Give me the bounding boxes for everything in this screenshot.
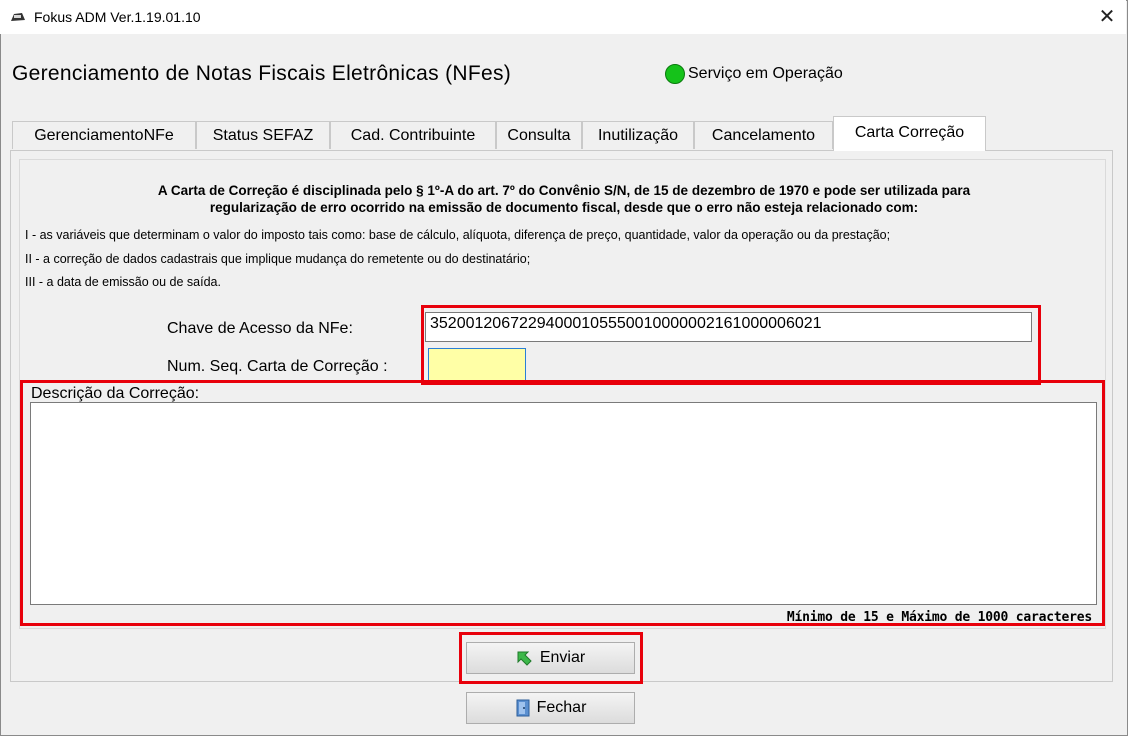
character-limit-hint: Mínimo de 15 e Máximo de 1000 caracteres <box>786 610 1092 625</box>
tab-inutilizacao[interactable]: Inutilização <box>582 121 694 149</box>
rule-item-2: II - a correção de dados cadastrais que … <box>25 252 531 266</box>
rule-item-1: I - as variáveis que determinam o valor … <box>25 228 891 242</box>
tab-status-sefaz[interactable]: Status SEFAZ <box>196 121 330 149</box>
enviar-label: Enviar <box>539 649 586 666</box>
tab-gerenciamento-nfe[interactable]: GerenciamentoNFe <box>12 121 196 149</box>
legal-notice-line-2: regularização de erro ocorrido na emissã… <box>209 200 919 215</box>
app-icon <box>11 13 25 21</box>
num-seq-label: Num. Seq. Carta de Correção : <box>167 358 388 375</box>
fechar-button[interactable]: Fechar <box>466 692 635 724</box>
fechar-label: Fechar <box>536 699 587 716</box>
close-icon[interactable]: ✕ <box>1094 4 1120 30</box>
tab-cad-contribuinte[interactable]: Cad. Contribuinte <box>330 121 496 149</box>
legal-notice-line-1: A Carta de Correção é disciplinada pelo … <box>157 183 971 198</box>
enviar-button[interactable]: Enviar <box>466 642 635 674</box>
num-seq-input[interactable] <box>428 348 526 382</box>
rule-item-3: III - a data de emissão ou de saída. <box>25 275 221 289</box>
status-text: Serviço em Operação <box>688 65 843 82</box>
legal-notice: A Carta de Correção é disciplinada pelo … <box>30 182 1098 216</box>
chave-acesso-input[interactable]: 3520012067229400010555001000000216100000… <box>425 312 1032 342</box>
descricao-textarea[interactable] <box>30 402 1097 605</box>
send-arrow-icon <box>517 651 532 666</box>
window-title: Fokus ADM Ver.1.19.01.10 <box>34 9 201 25</box>
tab-carta-correcao[interactable]: Carta Correção <box>833 116 986 151</box>
page-title: Gerenciamento de Notas Fiscais Eletrônic… <box>12 62 512 85</box>
chave-acesso-label: Chave de Acesso da NFe: <box>167 320 353 337</box>
door-exit-icon <box>516 699 530 717</box>
tab-cancelamento[interactable]: Cancelamento <box>694 121 833 149</box>
status-indicator-icon <box>665 64 685 84</box>
descricao-label: Descrição da Correção: <box>31 385 200 402</box>
tab-consulta[interactable]: Consulta <box>496 121 582 149</box>
title-bar: Fokus ADM Ver.1.19.01.10 ✕ <box>0 0 1126 34</box>
